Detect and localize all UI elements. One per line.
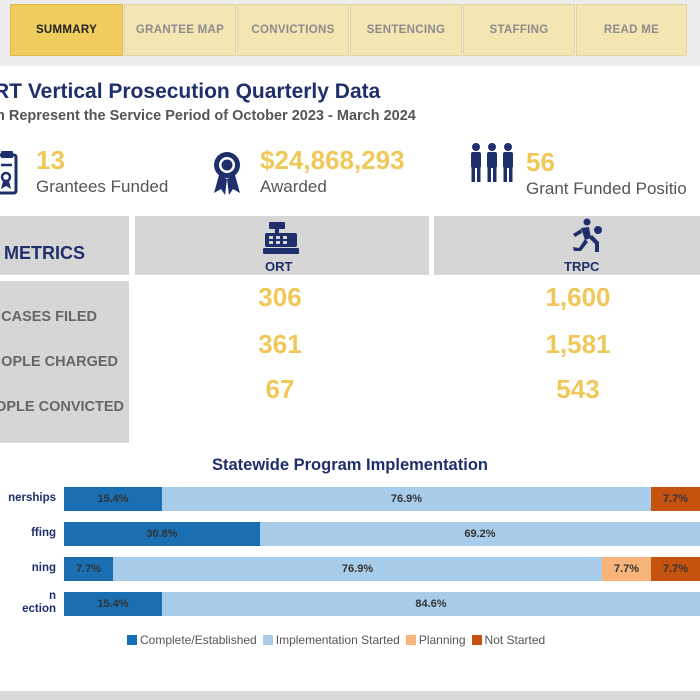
bar-category-label: ning <box>31 562 56 574</box>
legend-item[interactable]: Implementation Started <box>262 633 400 647</box>
ort-people-charged-value: 361 <box>258 329 302 359</box>
grantees-funded-value: 13 <box>36 145 65 175</box>
award-ribbon-icon <box>214 152 240 195</box>
awarded-label: Awarded <box>260 177 327 196</box>
bar-segment[interactable]: 76.9% <box>161 487 652 511</box>
bar-category-label: nerships <box>8 492 56 504</box>
legend-label: Complete/Established <box>140 633 257 647</box>
bar-segment[interactable]: 84.6% <box>161 592 700 616</box>
grantees-funded-label: Grantees Funded <box>36 177 169 196</box>
metric-row-label: OPLE CHARGED <box>1 354 118 370</box>
bar-category-label: ffing <box>31 527 56 539</box>
metric-row-label: OPLE CONVICTED <box>0 399 124 415</box>
summary-dashboard: RT Vertical Prosecution Quarterly Data n… <box>0 66 700 691</box>
tab-sentencing[interactable]: SENTENCING <box>350 4 462 56</box>
legend-swatch <box>127 635 137 645</box>
page-subtitle: n Represent the Service Period of Octobe… <box>0 108 416 124</box>
legend-item[interactable]: Complete/Established <box>127 633 257 647</box>
page-title: RT Vertical Prosecution Quarterly Data <box>0 80 381 103</box>
chart-title: Statewide Program Implementation <box>212 456 488 474</box>
bar-segment[interactable]: 69.2% <box>259 522 700 546</box>
trpc-people-charged-value: 1,581 <box>545 329 611 359</box>
bottom-scrollbar[interactable] <box>0 691 700 700</box>
grant-funded-positions-label: Grant Funded Positio <box>526 179 687 198</box>
grant-funded-positions-value: 56 <box>526 147 555 177</box>
bar-segment[interactable]: 7.7% <box>651 487 700 511</box>
bar-segment[interactable]: 7.7% <box>651 557 700 581</box>
awarded-value: $24,868,293 <box>260 145 405 175</box>
clipboard-icon <box>0 151 18 195</box>
ort-people-convicted-value: 67 <box>265 374 295 404</box>
legend-item[interactable]: Not Started <box>471 633 546 647</box>
tab-grantee-map[interactable]: GRANTEE MAP <box>124 4 236 56</box>
trpc-column-label: TRPC <box>564 259 600 274</box>
legend-swatch <box>405 635 416 645</box>
tab-read-me[interactable]: READ ME <box>576 4 687 56</box>
ort-column-label: ORT <box>265 259 293 274</box>
metrics-header: METRICS <box>4 243 85 263</box>
chart-legend: Complete/Established Implementation Start… <box>127 633 551 647</box>
legend-swatch <box>262 635 273 645</box>
bar-category-label: n ection <box>22 590 56 615</box>
legend-swatch <box>471 635 482 645</box>
legend-label: Not Started <box>484 633 546 647</box>
bar-segment[interactable]: 7.7% <box>602 557 652 581</box>
ort-cases-filed-value: 306 <box>258 282 302 312</box>
legend-item[interactable]: Planning <box>405 633 466 647</box>
bar-segment[interactable]: 30.8% <box>64 522 260 546</box>
top-navigation: SUMMARY GRANTEE MAP CONVICTIONS SENTENCI… <box>0 0 700 66</box>
cash-register-icon <box>263 222 299 254</box>
people-group-icon <box>471 143 513 182</box>
bar-segment[interactable]: 15.4% <box>64 487 162 511</box>
bar-segment[interactable]: 15.4% <box>64 592 162 616</box>
bar-segment[interactable]: 7.7% <box>64 557 113 581</box>
bar-segment[interactable]: 76.9% <box>112 557 603 581</box>
legend-label: Planning <box>418 633 466 647</box>
tab-convictions[interactable]: CONVICTIONS <box>237 4 349 56</box>
metric-row-label: CASES FILED <box>1 309 97 325</box>
legend-label: Implementation Started <box>275 633 400 647</box>
tab-staffing[interactable]: STAFFING <box>463 4 575 56</box>
trpc-people-convicted-value: 543 <box>556 374 600 404</box>
tab-summary[interactable]: SUMMARY <box>10 4 123 56</box>
running-thief-icon <box>573 218 602 252</box>
trpc-cases-filed-value: 1,600 <box>545 282 611 312</box>
